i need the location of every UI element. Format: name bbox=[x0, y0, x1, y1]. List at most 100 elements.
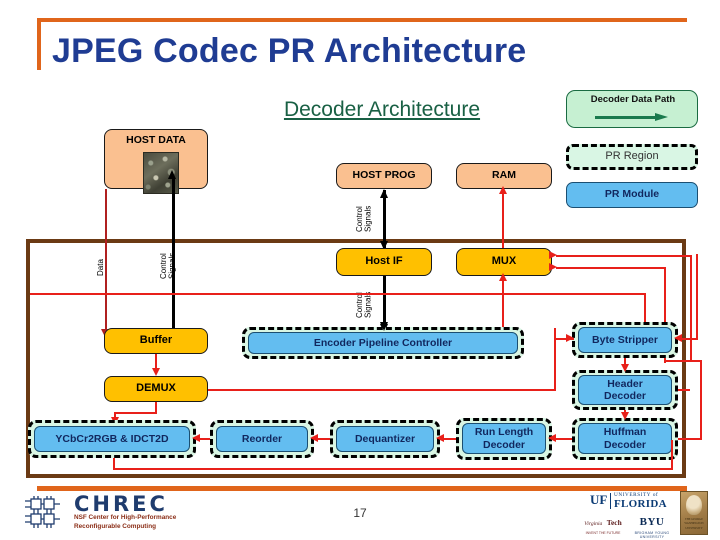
node-header-decoder-label: Header Decoder bbox=[603, 377, 646, 402]
byu-wordmark: BYU bbox=[639, 516, 665, 528]
node-host-data-label: HOST DATA bbox=[126, 134, 186, 146]
accent-line-top bbox=[37, 18, 687, 22]
arrow-up-icon bbox=[498, 186, 507, 194]
node-byte-stripper[interactable]: Byte Stripper bbox=[578, 327, 672, 353]
node-reorder[interactable]: Reorder bbox=[216, 426, 308, 452]
edge-label-control-signals-hostprog: Control Signals bbox=[355, 205, 373, 233]
node-reorder-label: Reorder bbox=[241, 432, 283, 445]
gwu-portrait-icon bbox=[686, 495, 702, 515]
gwu-wordmark: THE GEORGE WASHINGTON UNIVERSITY bbox=[681, 517, 707, 530]
node-ycbcr2rgb-idct2d-label: YCbCr2RGB & IDCT2D bbox=[55, 432, 169, 445]
chrec-tagline-line1: NSF Center for High-Performance bbox=[74, 514, 177, 521]
node-host-prog[interactable]: HOST PROG bbox=[336, 163, 432, 189]
wire-bs-right-v bbox=[696, 254, 699, 338]
uf-mark: UF bbox=[590, 492, 608, 507]
wire-buffer-demux bbox=[155, 354, 158, 369]
wire-mux-ram bbox=[502, 190, 505, 250]
slide-canvas: JPEG Codec PR Architecture Decoder Archi… bbox=[0, 0, 720, 540]
chrec-tagline: NSF Center for High-Performance Reconfig… bbox=[74, 514, 176, 531]
arrow-left-icon bbox=[436, 434, 444, 442]
node-mux-label: MUX bbox=[491, 255, 517, 268]
edge-label-control-signals-hostif: Control Signals bbox=[355, 291, 373, 319]
node-encoder-pipeline-controller-label: Encoder Pipeline Controller bbox=[313, 336, 453, 349]
gwu-logo: THE GEORGE WASHINGTON UNIVERSITY bbox=[680, 491, 708, 535]
chrec-mark-icon bbox=[25, 496, 60, 528]
arrow-down-icon bbox=[151, 368, 160, 376]
arrow-right-icon bbox=[566, 334, 574, 342]
chrec-tagline-line2: Reconfigurable Computing bbox=[74, 522, 157, 530]
wire-mux-bottom bbox=[502, 276, 505, 328]
wire-mux-in-1 bbox=[556, 254, 692, 257]
wire-bus-mid bbox=[30, 292, 646, 295]
arrow-left-icon bbox=[674, 334, 682, 342]
legend-decoder-data-path-label: Decoder Data Path bbox=[590, 94, 676, 105]
node-demux-label: DEMUX bbox=[136, 382, 176, 395]
wire-huffman-right bbox=[678, 437, 702, 440]
wire-demux-right bbox=[208, 388, 556, 391]
arrow-up-icon bbox=[379, 189, 388, 198]
node-buffer[interactable]: Buffer bbox=[104, 328, 208, 354]
uf-divider bbox=[610, 493, 612, 509]
university-logos: UF UNIVERSITY of FLORIDA Virginia Tech I… bbox=[582, 490, 708, 539]
node-host-if[interactable]: Host IF bbox=[336, 248, 432, 276]
edge-label-control-signals-left: Control Signals bbox=[159, 252, 177, 280]
uf-logo: UF UNIVERSITY of FLORIDA bbox=[590, 492, 674, 510]
node-run-length-decoder-label: Run Length Decoder bbox=[474, 426, 534, 451]
arrow-right-icon bbox=[595, 113, 671, 121]
wire-header-right bbox=[678, 388, 690, 391]
wire-mux-in-1-v bbox=[690, 254, 693, 361]
wire-huffman-right-top bbox=[664, 360, 702, 363]
byu-sub-label: BRIGHAM YOUNG UNIVERSITY bbox=[634, 531, 670, 539]
gwu-line3: UNIVERSITY bbox=[685, 525, 703, 530]
uf-florida-label: FLORIDA bbox=[614, 498, 667, 510]
node-ycbcr2rgb-idct2d[interactable]: YCbCr2RGB & IDCT2D bbox=[34, 426, 190, 452]
accent-line-left bbox=[37, 18, 41, 70]
legend-decoder-data-path: Decoder Data Path bbox=[566, 90, 698, 128]
page-number: 17 bbox=[353, 506, 367, 520]
arrow-up-icon bbox=[498, 273, 507, 281]
arrow-left-icon bbox=[548, 434, 556, 442]
node-host-prog-label: HOST PROG bbox=[352, 169, 416, 182]
arrow-right-icon bbox=[549, 263, 557, 271]
vt-bottom-label: Tech bbox=[606, 518, 622, 527]
node-huffman-decoder-label: Huffman Decoder bbox=[603, 426, 647, 451]
node-run-length-decoder[interactable]: Run Length Decoder bbox=[462, 423, 546, 454]
wire-ycbcr-out-h bbox=[113, 468, 673, 471]
legend-pr-region: PR Region bbox=[566, 144, 698, 170]
node-mux[interactable]: MUX bbox=[456, 248, 552, 276]
legend-pr-module-label: PR Module bbox=[604, 188, 660, 200]
node-header-decoder[interactable]: Header Decoder bbox=[578, 375, 672, 405]
wire-huffman-right-v bbox=[700, 360, 703, 439]
chrec-logo: CHREC NSF Center for High-Performance Re… bbox=[22, 492, 252, 534]
page-title: JPEG Codec PR Architecture bbox=[52, 32, 527, 70]
wire-ycbcr-out-up bbox=[671, 440, 674, 470]
node-dequantizer[interactable]: Dequantizer bbox=[336, 426, 434, 452]
node-ram-label: RAM bbox=[492, 169, 516, 182]
slide-subtitle: Decoder Architecture bbox=[283, 98, 481, 121]
byu-logo: BYU BRIGHAM YOUNG UNIVERSITY bbox=[628, 512, 676, 539]
arrow-up-icon bbox=[167, 170, 176, 179]
node-host-data[interactable]: HOST DATA bbox=[104, 129, 208, 194]
arrow-down-icon bbox=[620, 412, 629, 420]
node-host-if-label: Host IF bbox=[365, 255, 403, 268]
arrow-left-icon bbox=[310, 434, 318, 442]
wire-hostprog-hostif bbox=[383, 190, 386, 248]
node-demux[interactable]: DEMUX bbox=[104, 376, 208, 402]
node-dequantizer-label: Dequantizer bbox=[354, 432, 416, 445]
virginia-tech-logo: Virginia Tech INVENT THE FUTURE bbox=[584, 512, 622, 535]
node-buffer-label: Buffer bbox=[139, 334, 173, 347]
node-encoder-pipeline-controller[interactable]: Encoder Pipeline Controller bbox=[248, 332, 518, 354]
legend-pr-module: PR Module bbox=[566, 182, 698, 208]
arrow-down-icon bbox=[379, 322, 388, 331]
edge-label-data: Data bbox=[96, 259, 105, 277]
vt-sub-label: INVENT THE FUTURE bbox=[585, 531, 621, 535]
wire-mux-in-2 bbox=[556, 266, 666, 269]
arrow-right-icon bbox=[549, 251, 557, 259]
node-huffman-decoder[interactable]: Huffman Decoder bbox=[578, 423, 672, 454]
node-byte-stripper-label: Byte Stripper bbox=[592, 333, 658, 346]
vt-top-label: Virginia bbox=[584, 521, 603, 527]
arrow-left-icon bbox=[192, 434, 200, 442]
arrow-down-icon bbox=[620, 364, 629, 372]
legend-pr-region-label: PR Region bbox=[605, 150, 659, 162]
chrec-wordmark: CHREC bbox=[74, 492, 168, 516]
